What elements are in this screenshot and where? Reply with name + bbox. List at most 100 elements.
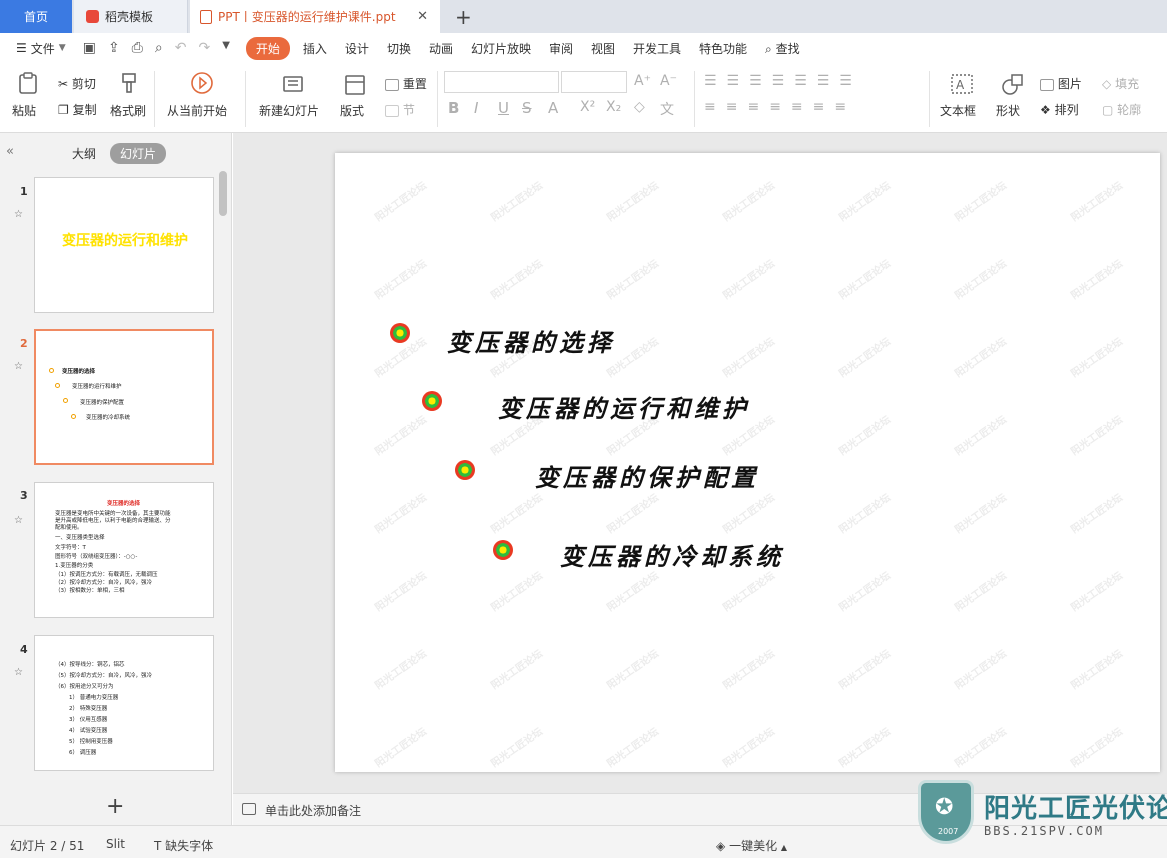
- notes-placeholder[interactable]: 单击此处添加备注: [265, 802, 361, 819]
- print-icon[interactable]: ⎙: [132, 40, 143, 56]
- watermark-text: 阳光工匠论坛: [1069, 648, 1125, 692]
- new-slide-icon[interactable]: [281, 71, 305, 95]
- arrange-button[interactable]: ❖ 排列: [1040, 101, 1079, 118]
- tab-document[interactable]: PPT丨变压器的运行维护课件.ppt ✕: [190, 0, 440, 33]
- slide-thumbnail-2[interactable]: 变压器的选择 变压器的运行和维护 变压器的保护配置 变压器的冷却系统: [34, 329, 214, 465]
- slides-view-tab[interactable]: 幻灯片: [110, 143, 167, 164]
- font-grow-icon[interactable]: A⁺: [634, 73, 651, 89]
- play-icon[interactable]: [190, 71, 214, 95]
- menu-slideshow[interactable]: 幻灯片放映: [462, 40, 540, 57]
- font-size-select[interactable]: [561, 71, 627, 93]
- format-painter-icon[interactable]: [117, 71, 141, 95]
- ribbon-separator: [437, 71, 438, 127]
- customize-icon[interactable]: ▼: [222, 40, 230, 56]
- watermark-text: 阳光工匠论坛: [953, 726, 1009, 770]
- slide-thumbnail-1[interactable]: 变压器的运行和维护: [34, 177, 214, 313]
- missing-fonts-label: 缺失字体: [165, 839, 214, 853]
- undo-icon[interactable]: ↶: [175, 40, 187, 56]
- forum-name: 阳光工匠光伏论坛: [984, 794, 1167, 824]
- menu-transitions[interactable]: 切换: [378, 40, 420, 57]
- redo-icon[interactable]: ↷: [198, 40, 210, 56]
- text-box-icon[interactable]: A: [950, 72, 974, 96]
- add-tab-button[interactable]: +: [455, 5, 472, 29]
- thumb-line: 4） 试验变压器: [69, 728, 108, 734]
- superscript-icon[interactable]: X²: [580, 99, 595, 115]
- current-slide[interactable]: 阳光工匠论坛 阳光工匠论坛 阳光工匠论坛 阳光工匠论坛 阳光工匠论坛 阳光工匠论坛 阳光工匠…: [335, 153, 1160, 772]
- phonetic-icon[interactable]: 文: [660, 99, 674, 119]
- strikethrough-icon[interactable]: S: [522, 99, 532, 117]
- copy-button[interactable]: ❐ 复制: [58, 101, 97, 118]
- align-icons[interactable]: ≡≡≡≡≡≡≡: [704, 99, 856, 115]
- layout-icon[interactable]: [343, 73, 367, 97]
- new-slide-button[interactable]: 新建幻灯片: [259, 102, 319, 119]
- play-from-current-button[interactable]: 从当前开始: [167, 102, 227, 119]
- save-icon[interactable]: ▣: [83, 40, 96, 56]
- bold-icon[interactable]: B: [448, 99, 459, 117]
- slide-bullet-text[interactable]: 变压器的运行和维护: [498, 389, 750, 424]
- tab-home[interactable]: 首页: [0, 0, 72, 33]
- italic-icon[interactable]: I: [474, 99, 478, 117]
- collapse-panel-icon[interactable]: «: [6, 144, 14, 159]
- shape-button[interactable]: 形状: [996, 102, 1020, 119]
- add-slide-button[interactable]: +: [106, 794, 124, 819]
- underline-icon[interactable]: U: [498, 99, 509, 117]
- menu-review[interactable]: 审阅: [540, 40, 582, 57]
- menu-view[interactable]: 视图: [582, 40, 624, 57]
- menu-special[interactable]: 特色功能: [690, 40, 756, 57]
- slide-bullet-text[interactable]: 变压器的选择: [447, 323, 615, 358]
- format-painter-button[interactable]: 格式刷: [110, 102, 146, 119]
- menu-design[interactable]: 设计: [336, 40, 378, 57]
- reset-button[interactable]: 重置: [385, 75, 427, 92]
- text-box-button[interactable]: 文本框: [940, 102, 976, 119]
- tab-template[interactable]: 稻壳模板: [74, 0, 188, 33]
- list-icons[interactable]: ☰☰☰☰☰☰☰: [704, 73, 862, 89]
- thumb-line: （1）按调压方式分：有载调压，无载调压: [55, 572, 158, 578]
- paste-icon[interactable]: [16, 71, 40, 95]
- menu-start[interactable]: 开始: [245, 36, 290, 60]
- outline-button[interactable]: ▢ 轮廓: [1102, 101, 1141, 118]
- panel-scrollbar[interactable]: [219, 171, 227, 216]
- beautify-button[interactable]: ◈ 一键美化 ▲: [716, 837, 787, 854]
- menu-animations[interactable]: 动画: [420, 40, 462, 57]
- bullet-icon: [455, 460, 475, 480]
- chevron-up-icon: ▲: [780, 843, 788, 852]
- shape-icon[interactable]: [1001, 72, 1025, 96]
- beautify-label: 一键美化: [729, 839, 778, 853]
- font-shrink-icon[interactable]: A⁻: [660, 73, 677, 89]
- slide-thumbnail-3[interactable]: 变压器的选择 变压器是变电所中关键的一次设备，其主要功能 是升高或降低电压，以利…: [34, 482, 214, 618]
- reset-label: 重置: [402, 77, 427, 91]
- slide-bullet-text[interactable]: 变压器的冷却系统: [560, 537, 784, 572]
- menu-developer[interactable]: 开发工具: [624, 40, 690, 57]
- section-button[interactable]: 节: [385, 101, 415, 118]
- thumb-line: 一、变压器类型选择: [55, 535, 105, 541]
- close-tab-icon[interactable]: ✕: [417, 9, 428, 24]
- export-icon[interactable]: ⇪: [108, 40, 120, 56]
- slide-thumbnail-4[interactable]: （4）按导线分：铜芯，铝芯 （5）按冷却方式分：自冷，风冷，强冷 （6）按用途分…: [34, 635, 214, 771]
- thumb-line: （5）按冷却方式分：自冷，风冷，强冷: [55, 673, 153, 679]
- fill-button[interactable]: ◇ 填充: [1102, 75, 1139, 92]
- missing-fonts-button[interactable]: T 缺失字体: [154, 837, 213, 854]
- watermark-text: 阳光工匠论坛: [605, 570, 661, 614]
- print-preview-icon[interactable]: ⌕: [155, 40, 163, 56]
- bullet-icon: [390, 323, 410, 343]
- subscript-icon[interactable]: X₂: [606, 99, 621, 115]
- menu-insert[interactable]: 插入: [294, 40, 336, 57]
- picture-button[interactable]: 图片: [1040, 75, 1082, 92]
- thumb-line: 变压器的保护配置: [80, 400, 125, 406]
- slide-bullet-text[interactable]: 变压器的保护配置: [535, 458, 759, 493]
- menu-search[interactable]: ⌕ 查找: [756, 40, 809, 57]
- layout-button[interactable]: 版式: [340, 102, 364, 119]
- clear-format-icon[interactable]: ◇: [634, 99, 645, 115]
- picture-label: 图片: [1057, 77, 1082, 91]
- cut-button[interactable]: ✂ 剪切: [58, 75, 96, 92]
- paste-button[interactable]: 粘贴: [12, 102, 36, 119]
- search-icon: ⌕: [765, 41, 772, 56]
- menu-file[interactable]: ☰ 文件 ▼: [0, 40, 75, 57]
- font-family-select[interactable]: [444, 71, 559, 93]
- outline-view-tab[interactable]: 大纲: [72, 145, 96, 162]
- font-color-icon[interactable]: A: [548, 99, 558, 117]
- thumb-line: 变压器的冷却系统: [86, 415, 131, 421]
- watermark-text: 阳光工匠论坛: [953, 648, 1009, 692]
- watermark-text: 阳光工匠论坛: [489, 258, 545, 302]
- forum-logo: ✪ 2007: [918, 780, 974, 844]
